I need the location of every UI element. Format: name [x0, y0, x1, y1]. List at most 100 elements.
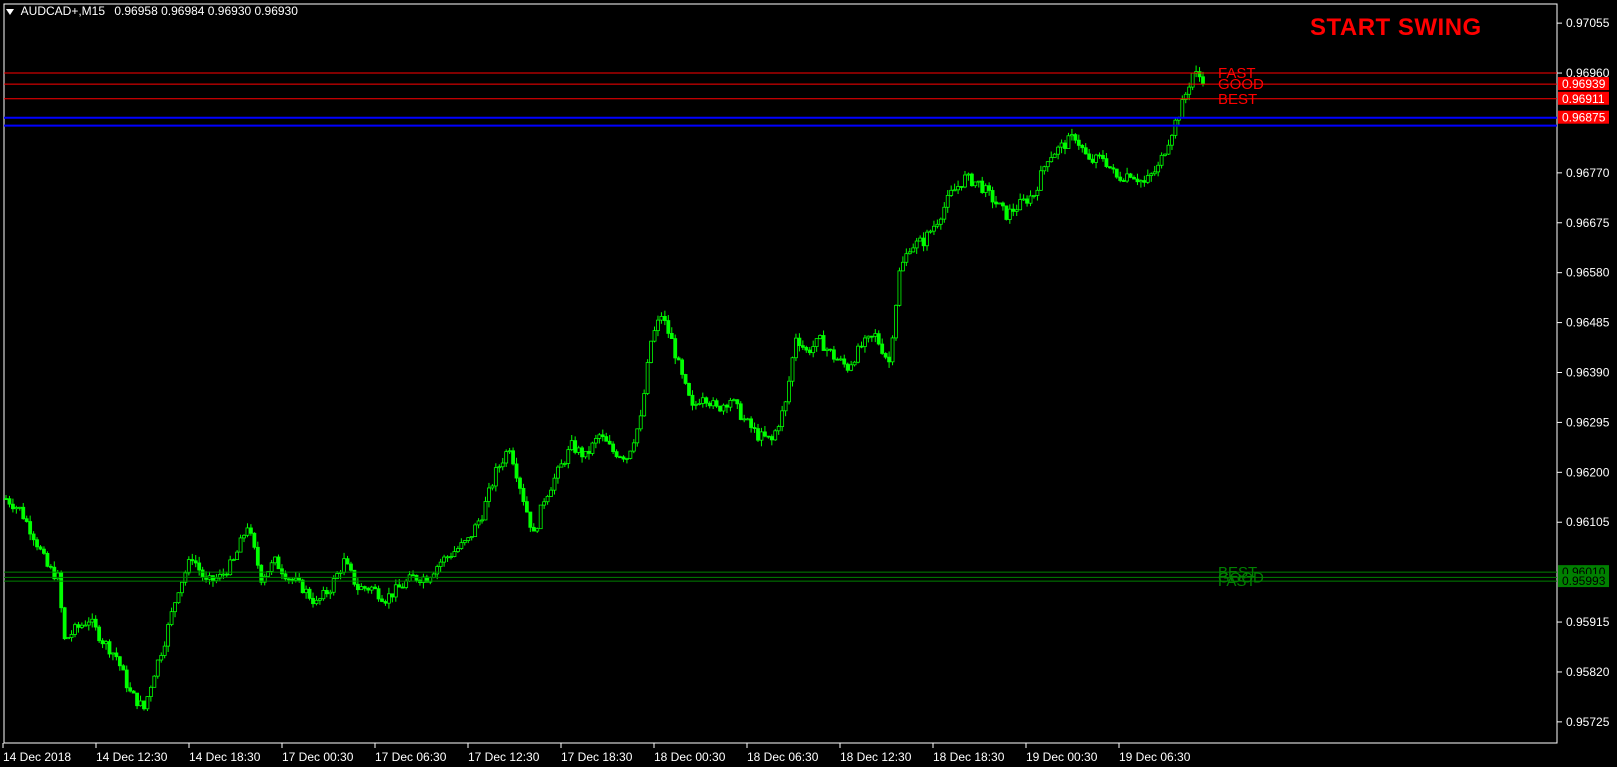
candle-body	[321, 590, 326, 600]
candle-body	[552, 477, 557, 491]
candle-body	[735, 399, 740, 405]
candle-body	[1059, 142, 1064, 148]
candle-body	[1139, 180, 1143, 183]
candle-body	[625, 458, 629, 460]
candle-body	[480, 519, 484, 522]
price-tick-label: 0.97055	[1566, 16, 1610, 30]
candle-body	[1035, 189, 1040, 196]
candle-body	[355, 583, 360, 591]
candle-body	[662, 315, 667, 321]
candle-body	[718, 405, 722, 412]
candle-body	[538, 504, 543, 530]
candle-body	[35, 539, 39, 548]
candle-body	[97, 626, 102, 642]
candle-body	[311, 597, 315, 605]
candle-body	[345, 558, 350, 565]
candle-body	[162, 645, 167, 656]
candle-body	[449, 556, 453, 558]
candle-body	[600, 434, 605, 437]
candle-body	[1049, 157, 1054, 163]
candle-body	[249, 527, 253, 534]
candle-body	[597, 434, 602, 439]
candle-body	[383, 601, 388, 604]
candle-body	[869, 335, 874, 338]
price-tag-label: 0.95993	[1562, 574, 1606, 588]
candle-body	[907, 251, 912, 255]
candle-body	[435, 566, 440, 575]
candle-body	[79, 624, 84, 628]
candle-body	[1152, 171, 1157, 175]
candle-body	[656, 319, 660, 332]
time-tick-label: 17 Dec 12:30	[468, 750, 540, 764]
price-chart[interactable]: 0.970550.969600.967700.966750.965800.964…	[0, 0, 1617, 767]
price-tag-label: 0.96875	[1562, 111, 1606, 125]
candle-body	[21, 506, 26, 520]
candle-body	[493, 467, 498, 487]
candle-body	[1021, 198, 1026, 201]
candle-body	[1018, 199, 1023, 211]
candle-body	[825, 348, 829, 351]
candle-body	[831, 349, 836, 360]
candle-body	[324, 590, 329, 595]
candle-body	[859, 345, 864, 348]
candle-body	[631, 442, 636, 452]
candle-body	[638, 415, 643, 430]
candle-body	[17, 506, 22, 509]
candle-body	[676, 357, 681, 361]
candle-body	[766, 435, 771, 438]
time-tick-label: 19 Dec 06:30	[1119, 750, 1191, 764]
candle-body	[776, 426, 781, 432]
candle-body	[455, 548, 460, 552]
candle-body	[38, 546, 43, 550]
candle-body	[738, 403, 743, 420]
candle-body	[569, 440, 574, 451]
candle-body	[828, 348, 833, 351]
price-tick-label: 0.96200	[1566, 465, 1610, 479]
price-tick-label: 0.95820	[1566, 665, 1610, 679]
candle-body	[242, 534, 246, 539]
candle-body	[1042, 166, 1047, 172]
candle-body	[114, 652, 119, 658]
candle-body	[866, 335, 871, 339]
candle-body	[556, 466, 560, 479]
candle-body	[769, 436, 774, 441]
candle-body	[849, 364, 854, 371]
chart-window[interactable]: AUDCAD+,M15 0.96958 0.96984 0.96930 0.96…	[0, 0, 1617, 767]
candle-body	[104, 641, 108, 645]
candle-body	[621, 456, 626, 460]
candle-body	[990, 190, 995, 203]
price-tick-label: 0.96770	[1566, 166, 1610, 180]
candle-body	[700, 397, 705, 404]
candle-body	[704, 397, 709, 404]
candle-body	[1163, 153, 1167, 156]
candle-body	[107, 641, 112, 655]
candle-body	[438, 561, 443, 567]
candle-body	[659, 315, 664, 321]
time-tick-label: 14 Dec 18:30	[189, 750, 261, 764]
candle-body	[1145, 175, 1150, 183]
candle-body	[607, 440, 612, 445]
candle-body	[514, 463, 519, 479]
candle-body	[400, 586, 405, 589]
candle-body	[117, 656, 122, 667]
candle-body	[745, 418, 750, 421]
candle-body	[731, 399, 736, 402]
candle-body	[280, 568, 284, 575]
candle-body	[752, 427, 757, 429]
candle-body	[169, 611, 174, 625]
candle-body	[166, 624, 171, 647]
candle-body	[983, 185, 988, 193]
candle-body	[231, 559, 236, 561]
candle-body	[111, 652, 115, 655]
candle-body	[1090, 158, 1095, 163]
candle-body	[545, 496, 550, 503]
candle-body	[1118, 176, 1123, 181]
price-tick-label: 0.95915	[1566, 615, 1610, 629]
candle-body	[911, 247, 916, 253]
candle-body	[504, 451, 509, 464]
candle-body	[838, 358, 843, 361]
candle-body	[397, 584, 402, 588]
candle-body	[794, 337, 798, 359]
candle-body	[1101, 154, 1105, 160]
candle-body	[742, 418, 747, 421]
